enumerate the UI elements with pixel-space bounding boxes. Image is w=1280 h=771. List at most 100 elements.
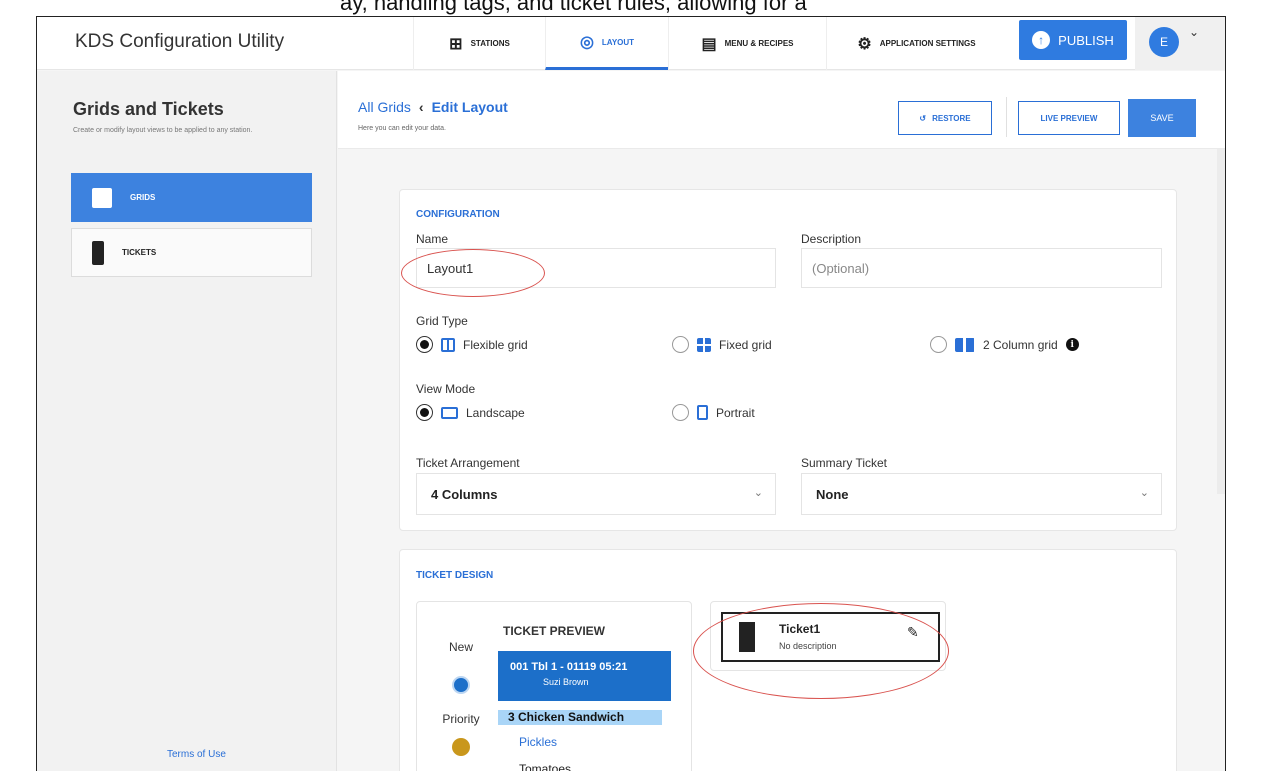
ticket-preview-title: TICKET PREVIEW <box>503 624 606 638</box>
section-title: TICKET DESIGN <box>416 570 494 581</box>
ticket-customer: Suzi Brown <box>543 677 589 687</box>
sidebar-item-grids[interactable]: GRIDS <box>71 173 312 222</box>
tab-menu-recipes[interactable]: ▤ MENU & RECIPES <box>668 17 826 70</box>
ticket-modifier: Pickles <box>519 735 558 749</box>
info-icon[interactable]: i <box>1065 338 1079 351</box>
tab-label: LAYOUT <box>601 37 635 47</box>
radio-unselected-icon <box>930 336 947 353</box>
ticket-card-selected[interactable]: Ticket1 No description ✎ <box>721 612 940 662</box>
fixed-grid-icon <box>697 337 711 352</box>
name-label: Name <box>416 232 449 246</box>
ticket-modifier: Tomatoes <box>519 762 572 771</box>
radio-label: Portrait <box>716 405 755 420</box>
summary-ticket-select[interactable]: None ⌄ <box>801 473 1162 515</box>
radio-label: Flexible grid <box>463 337 528 352</box>
edit-pencil-icon[interactable]: ✎ <box>907 624 919 641</box>
avatar: E <box>1149 27 1179 57</box>
breadcrumb-all-grids[interactable]: All Grids <box>358 99 411 115</box>
summary-ticket-label: Summary Ticket <box>801 456 888 470</box>
ticket-order-line: 001 Tbl 1 - 01119 05:21 <box>510 661 628 673</box>
view-mode-portrait[interactable]: Portrait <box>672 404 755 421</box>
name-field[interactable]: Layout1 <box>416 248 776 288</box>
radio-selected-icon <box>416 336 433 353</box>
section-title: CONFIGURATION <box>416 209 500 220</box>
app-title: KDS Configuration Utility <box>75 31 285 52</box>
state-color-priority[interactable] <box>452 738 470 756</box>
app-window: KDS Configuration Utility ⊞ STATIONS ◎ L… <box>36 16 1226 771</box>
scrollbar[interactable] <box>1217 149 1225 494</box>
select-value: 4 Columns <box>431 487 498 502</box>
ticket-card[interactable]: Ticket1 No description ✎ <box>710 601 946 671</box>
landscape-icon <box>441 406 458 419</box>
chevron-down-icon: ⌄ <box>1139 487 1149 499</box>
screenshot-frame: ay, handling tags, and ticket rules, all… <box>0 0 1280 771</box>
tab-application-settings[interactable]: ⚙ APPLICATION SETTINGS <box>826 17 1006 70</box>
tab-label: STATIONS <box>470 39 510 48</box>
state-color-new[interactable] <box>452 676 470 694</box>
terms-of-use-link[interactable]: Terms of Use <box>167 749 226 760</box>
state-label-new: New <box>448 640 473 654</box>
live-preview-label: LIVE PREVIEW <box>1040 113 1098 123</box>
portrait-icon <box>697 405 708 420</box>
menu-book-icon: ▤ <box>701 35 717 53</box>
ticket-header: 001 Tbl 1 - 01119 05:21 Suzi Brown <box>498 651 671 701</box>
stations-icon: ⊞ <box>449 35 463 53</box>
ticket-arrangement-label: Ticket Arrangement <box>416 456 520 470</box>
user-menu[interactable]: E ⌄ <box>1135 17 1225 70</box>
chevron-down-icon: ⌄ <box>1189 25 1200 39</box>
radio-label: 2 Column grid <box>983 337 1058 352</box>
ticket-preview: TICKET PREVIEW New Priority 001 Tbl 1 - … <box>416 601 692 771</box>
live-preview-button[interactable]: LIVE PREVIEW <box>1018 101 1120 135</box>
ticket-icon <box>739 622 755 652</box>
divider <box>1006 97 1007 137</box>
palette-icon: ◎ <box>579 34 594 51</box>
flexible-grid-icon <box>441 337 455 352</box>
tab-label: MENU & RECIPES <box>724 39 794 48</box>
select-value: None <box>816 487 849 502</box>
top-header: KDS Configuration Utility ⊞ STATIONS ◎ L… <box>37 17 1225 70</box>
sidebar-subtitle: Create or modify layout views to be appl… <box>73 127 253 134</box>
sidebar-title: Grids and Tickets <box>73 99 224 119</box>
ticket-design-card: TICKET DESIGN TICKET PREVIEW New Priorit… <box>399 549 1177 771</box>
radio-selected-icon <box>416 404 433 421</box>
radio-label: Landscape <box>466 405 525 420</box>
view-mode-label: View Mode <box>416 382 476 396</box>
sidebar: Grids and Tickets Create or modify layou… <box>37 71 337 771</box>
page-header: All Grids ‹ Edit Layout Here you can edit … <box>338 71 1225 149</box>
save-label: SAVE <box>1150 113 1174 123</box>
history-icon: ↺ <box>919 113 927 123</box>
grid-type-flexible[interactable]: Flexible grid <box>416 336 528 353</box>
ticket-name: Ticket1 <box>779 622 821 636</box>
page-subtitle: Here you can edit your data. <box>358 125 446 132</box>
grid-icon <box>92 187 112 208</box>
tab-layout[interactable]: ◎ LAYOUT <box>545 17 668 70</box>
radio-label: Fixed grid <box>719 337 772 352</box>
ticket-item: 3 Chicken Sandwich <box>498 710 662 725</box>
sidebar-item-label: TICKETS <box>122 248 157 257</box>
breadcrumb: All Grids ‹ Edit Layout <box>358 99 508 115</box>
radio-unselected-icon <box>672 336 689 353</box>
grid-type-two-column[interactable]: 2 Column grid i <box>930 336 1079 353</box>
chevron-left-icon: ‹ <box>418 99 424 115</box>
two-column-grid-icon <box>955 337 975 352</box>
ticket-arrangement-select[interactable]: 4 Columns ⌄ <box>416 473 776 515</box>
tab-stations[interactable]: ⊞ STATIONS <box>413 17 545 70</box>
description-field[interactable]: (Optional) <box>801 248 1162 288</box>
ticket-icon <box>92 240 104 265</box>
upload-icon: ↑ <box>1032 31 1051 49</box>
sidebar-item-label: GRIDS <box>130 193 156 202</box>
state-label-priority: Priority <box>442 712 480 726</box>
save-button[interactable]: SAVE <box>1128 99 1196 137</box>
grid-type-fixed[interactable]: Fixed grid <box>672 336 772 353</box>
tab-label: APPLICATION SETTINGS <box>879 39 976 48</box>
publish-label: PUBLISH <box>1058 32 1114 48</box>
description-label: Description <box>801 232 862 246</box>
view-mode-landscape[interactable]: Landscape <box>416 404 525 421</box>
sidebar-item-tickets[interactable]: TICKETS <box>71 228 312 277</box>
restore-button[interactable]: ↺ RESTORE <box>898 101 992 135</box>
grid-type-label: Grid Type <box>416 314 468 328</box>
page-title: Edit Layout <box>431 99 508 115</box>
publish-button[interactable]: ↑ PUBLISH <box>1019 20 1127 60</box>
gear-icon: ⚙ <box>857 35 872 53</box>
chevron-down-icon: ⌄ <box>753 487 763 499</box>
